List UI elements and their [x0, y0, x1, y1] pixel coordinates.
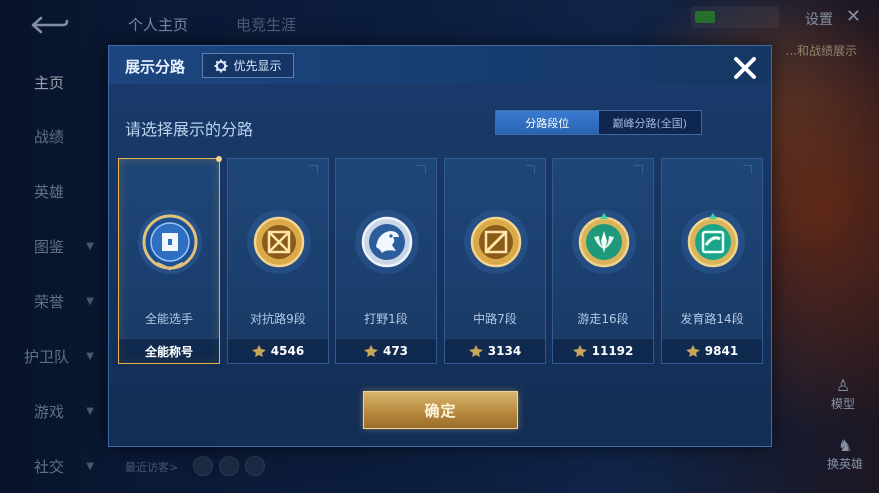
mid-lane-badge-icon [461, 207, 531, 277]
priority-display-button[interactable]: 优先显示 [202, 53, 294, 78]
all-round-badge-icon [135, 207, 205, 277]
segment-peak-lane[interactable]: 巅峰分路(全国) [599, 111, 702, 134]
title-label: 全能称号 [144, 344, 193, 359]
roam-badge-icon [569, 207, 639, 277]
lane-points-icon [251, 345, 266, 357]
lane-card-jungle[interactable]: 打野1段 473 [335, 158, 437, 364]
card-footer: 11192 [553, 338, 653, 363]
card-footer: 3134 [445, 338, 545, 363]
lane-points-icon [363, 345, 378, 357]
lane-points-value: 4546 [270, 344, 305, 358]
lane-type-segment: 分路段位 巅峰分路(全国) [495, 110, 702, 135]
close-icon [734, 57, 756, 79]
lane-points-value: 9841 [704, 344, 739, 358]
card-footer: 473 [336, 338, 436, 363]
gear-icon [214, 59, 228, 72]
dialog-subtitle: 请选择展示的分路 [125, 120, 254, 139]
lane-card-mid[interactable]: 中路7段 3134 [444, 158, 546, 364]
lane-name: 游走16段 [577, 312, 629, 326]
segment-lane-rank[interactable]: 分路段位 [496, 111, 599, 134]
lane-card-roam[interactable]: 游走16段 11192 [552, 158, 654, 364]
lane-card-farm[interactable]: 发育路14段 9841 [661, 158, 763, 364]
lane-card-all-round[interactable]: 全能选手 全能称号 [118, 156, 222, 364]
clash-lane-badge-icon [244, 207, 314, 277]
card-footer: 9841 [662, 338, 762, 363]
lane-name: 中路7段 [473, 312, 517, 326]
confirm-button[interactable]: 确定 [363, 391, 518, 429]
lane-points-value: 11192 [591, 344, 634, 358]
dialog-header: 展示分路 优先显示 [109, 46, 771, 84]
lane-name: 全能选手 [144, 312, 193, 326]
close-button[interactable] [729, 52, 761, 84]
jungle-badge-icon [352, 207, 422, 277]
lane-points-icon [572, 345, 587, 357]
lane-name: 发育路14段 [680, 312, 744, 326]
lane-display-dialog: 展示分路 优先显示 请选择展示的分路 分路段位 巅峰分路(全国) 全能选手 全能… [108, 45, 772, 447]
lane-points-icon [685, 345, 700, 357]
farm-lane-badge-icon [678, 207, 748, 277]
priority-label: 优先显示 [233, 59, 282, 73]
lane-points-icon [468, 345, 483, 357]
card-footer: 4546 [228, 338, 328, 363]
lane-points-value: 473 [382, 344, 409, 358]
lane-points-value: 3134 [487, 344, 522, 358]
card-footer: 全能称号 [119, 338, 219, 363]
lane-name: 打野1段 [364, 312, 408, 326]
dialog-title: 展示分路 [125, 58, 186, 76]
lane-name: 对抗路9段 [250, 312, 306, 326]
lane-card-clash[interactable]: 对抗路9段 4546 [227, 158, 329, 364]
